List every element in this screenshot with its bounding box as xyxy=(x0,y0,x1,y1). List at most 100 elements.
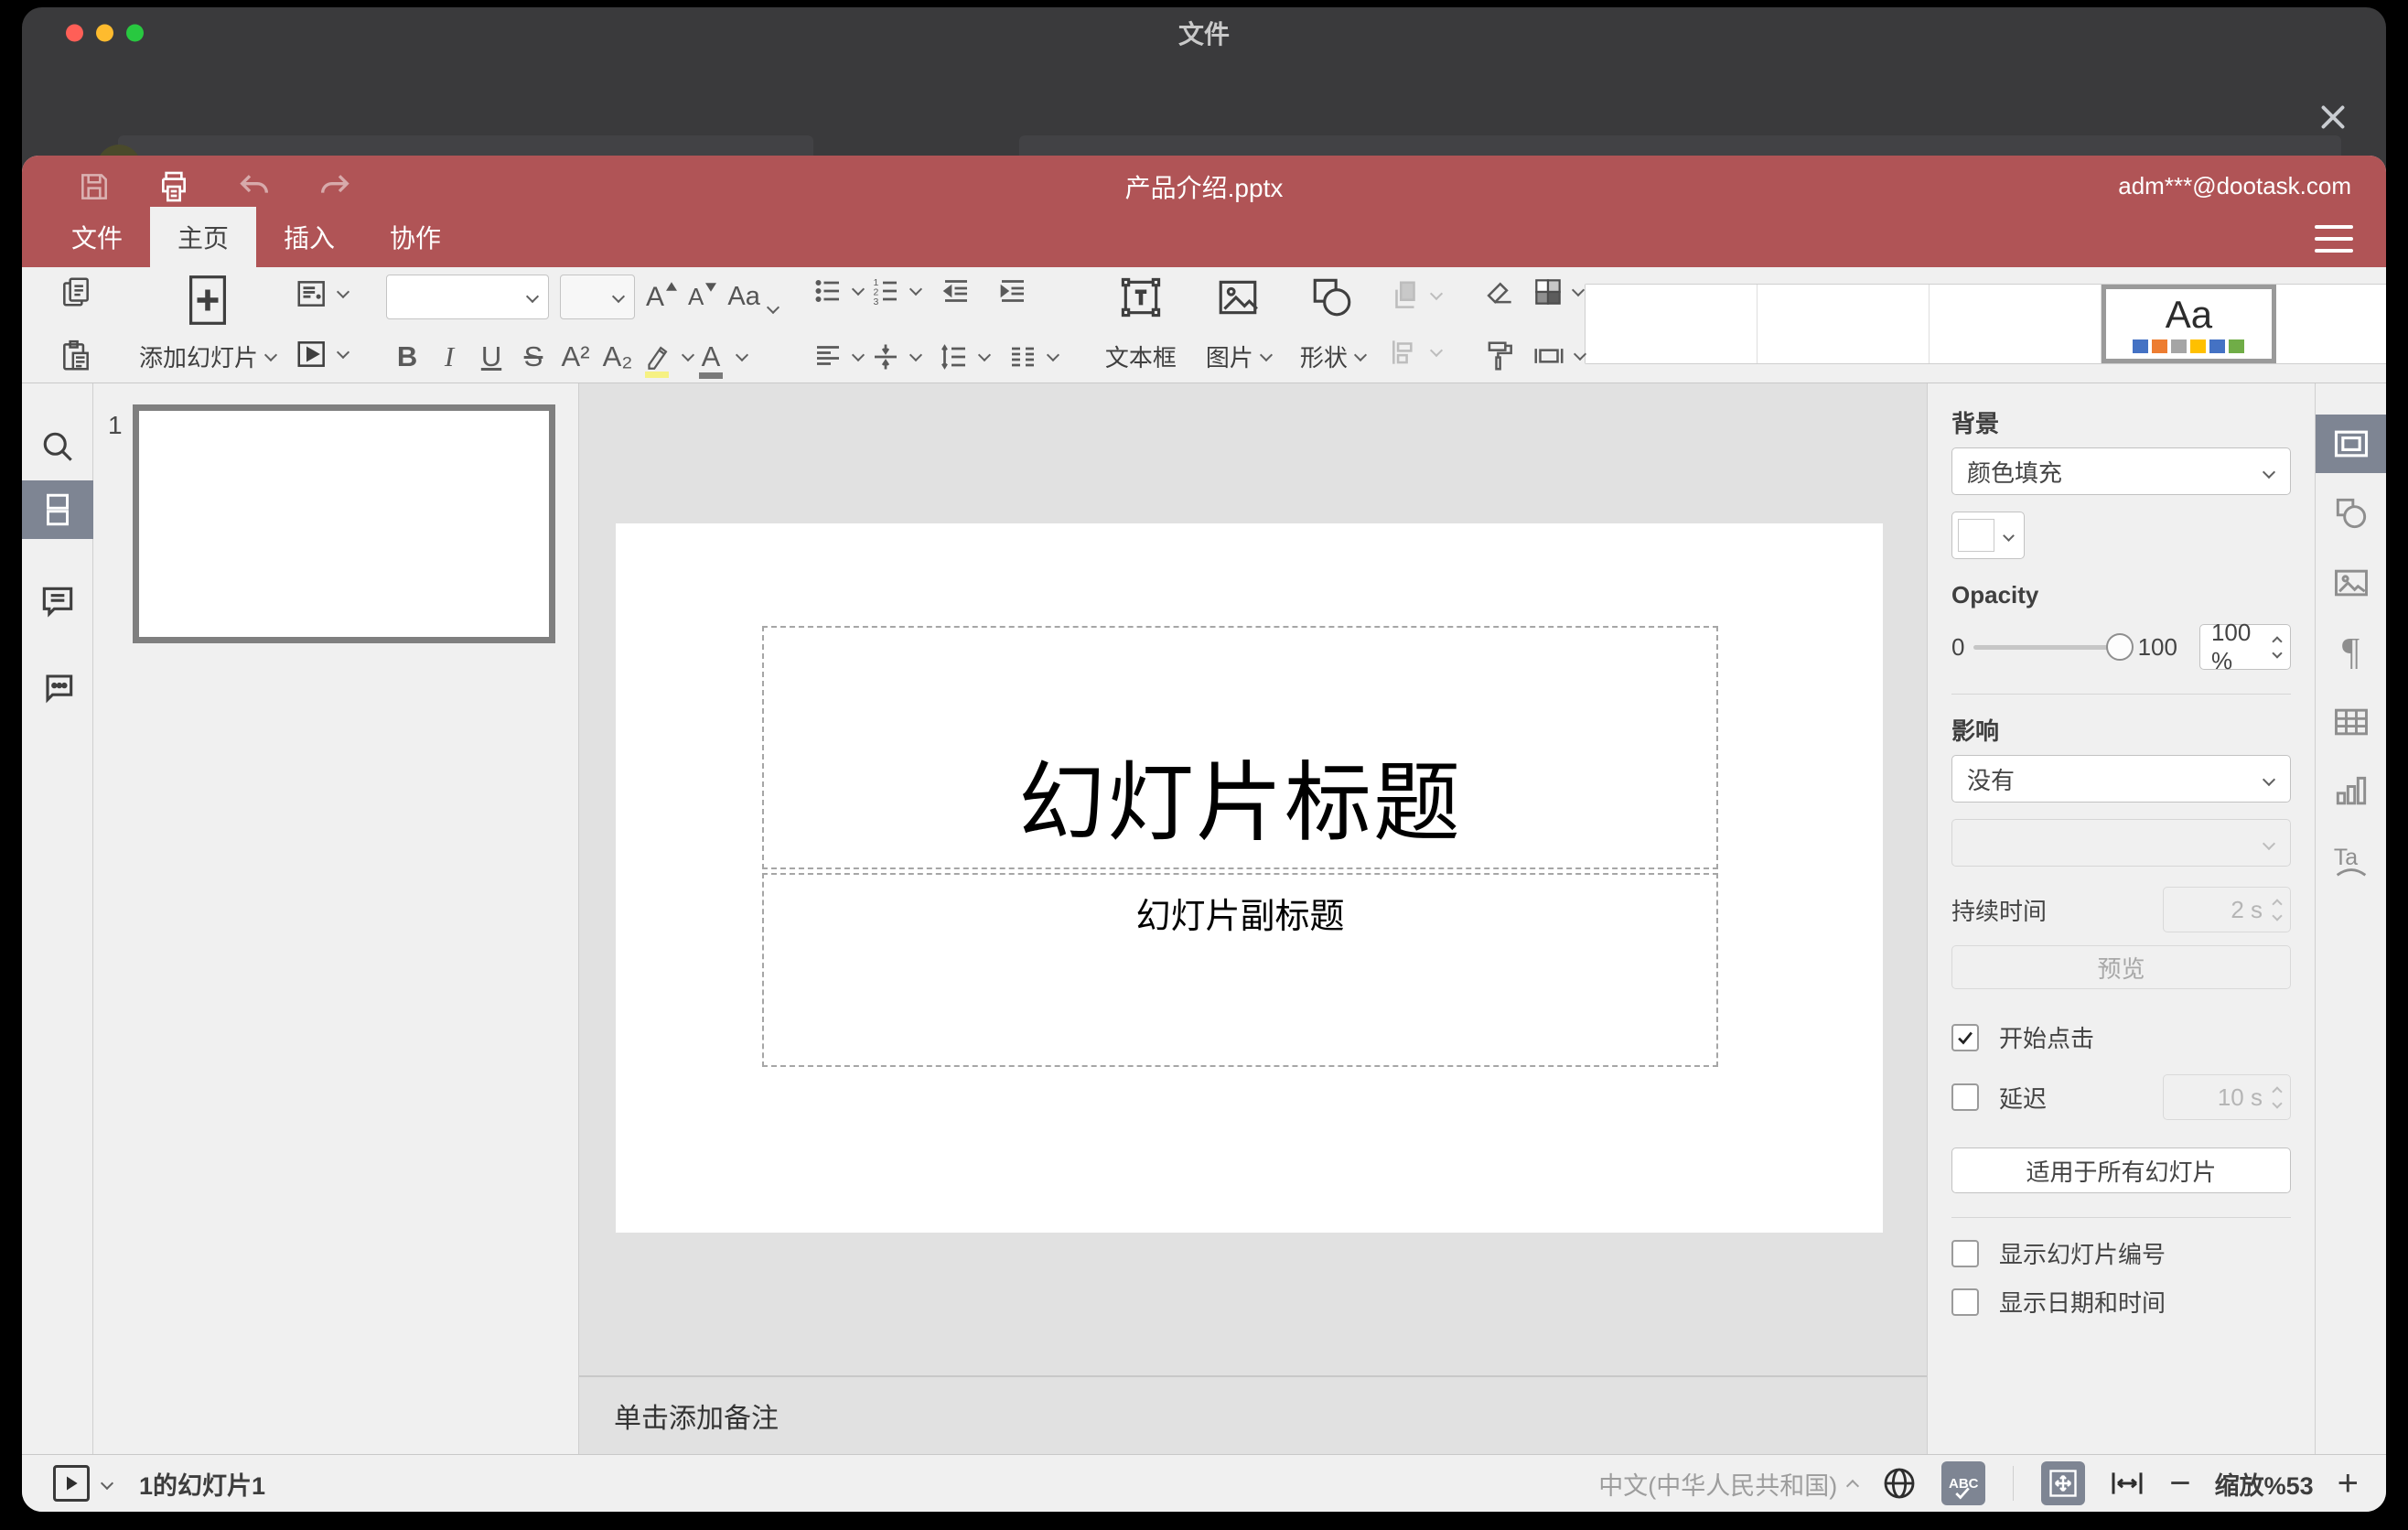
arrange-shape-button[interactable] xyxy=(1387,278,1443,313)
zoom-out-button[interactable]: − xyxy=(2169,1465,2190,1502)
insert-shape-button[interactable]: 形状 xyxy=(1300,275,1367,373)
increase-indent-button[interactable] xyxy=(995,275,1030,307)
eraser-icon[interactable] xyxy=(1481,275,1518,309)
theme-item[interactable] xyxy=(1585,285,1758,363)
comments-icon[interactable] xyxy=(22,576,93,629)
italic-button[interactable]: I xyxy=(428,340,470,373)
show-slide-number-checkbox[interactable] xyxy=(1951,1239,1979,1267)
slide-settings-icon[interactable] xyxy=(2315,415,2386,473)
opacity-slider-knob[interactable] xyxy=(2105,632,2134,661)
font-color-button[interactable]: A xyxy=(693,340,749,379)
slide-thumbnail[interactable] xyxy=(133,404,555,643)
tab-file[interactable]: 文件 xyxy=(44,207,150,267)
delay-spinner[interactable]: 10 s xyxy=(2163,1074,2291,1120)
chart-settings-icon[interactable] xyxy=(2316,762,2387,821)
bullet-list-button[interactable] xyxy=(811,275,865,307)
erase-group xyxy=(1481,275,1518,373)
superscript-button[interactable]: A² xyxy=(554,340,597,373)
slide[interactable]: 幻灯片标题 幻灯片副标题 xyxy=(616,523,1883,1233)
globe-icon[interactable] xyxy=(1881,1465,1918,1502)
home-toolbar: 添加幻灯片 A A Aa B I U S A² A₂ A 1 2 3 文本框 图… xyxy=(22,267,2386,383)
columns-button[interactable] xyxy=(1005,340,1059,373)
highlight-color-button[interactable] xyxy=(639,341,695,378)
scheme-group xyxy=(1531,275,1586,373)
horizontal-align-button[interactable] xyxy=(811,340,865,373)
menu-icon[interactable] xyxy=(2315,225,2353,253)
tab-home[interactable]: 主页 xyxy=(150,207,257,267)
title-placeholder[interactable]: 幻灯片标题 xyxy=(762,626,1718,869)
paste-icon[interactable] xyxy=(59,339,93,373)
notes-area[interactable]: 单击添加备注 xyxy=(579,1375,1927,1454)
table-settings-icon[interactable] xyxy=(2316,693,2387,751)
theme-item[interactable] xyxy=(2275,285,2386,363)
shape-settings-icon[interactable] xyxy=(2316,484,2387,543)
color-scheme-button[interactable] xyxy=(1531,275,1585,309)
image-settings-icon[interactable] xyxy=(2316,554,2387,612)
fit-to-slide-button[interactable] xyxy=(2041,1461,2086,1505)
duration-stepper[interactable] xyxy=(2272,898,2283,921)
theme-item[interactable] xyxy=(1757,285,1930,363)
slide-size-button[interactable] xyxy=(1531,339,1586,373)
opacity-slider[interactable] xyxy=(1973,632,2134,661)
delay-stepper[interactable] xyxy=(2272,1085,2283,1109)
strikethrough-button[interactable]: S xyxy=(512,340,554,373)
theme-gallery: Aa xyxy=(1584,284,2386,364)
editor-header: 产品介绍.pptx adm***@dootask.com 文件 主页 插入 协作 xyxy=(22,156,2386,267)
fit-to-width-button[interactable] xyxy=(2109,1465,2145,1502)
start-slideshow-button[interactable] xyxy=(294,337,350,372)
opacity-stepper[interactable] xyxy=(2272,635,2283,659)
numbered-list-button[interactable]: 123 xyxy=(868,275,922,307)
copy-icon[interactable] xyxy=(59,275,93,309)
vertical-align-button[interactable] xyxy=(868,340,922,373)
decrease-indent-button[interactable] xyxy=(939,275,973,307)
paragraph-settings-icon[interactable]: ¶ xyxy=(2316,623,2387,682)
insert-textbox-button[interactable]: 文本框 xyxy=(1105,275,1177,373)
effect-select[interactable]: 没有 xyxy=(1951,755,2291,803)
duration-spinner[interactable]: 2 s xyxy=(2163,887,2291,932)
document-title: 产品介绍.pptx xyxy=(1124,174,1284,202)
bold-button[interactable]: B xyxy=(386,340,428,373)
subscript-button[interactable]: A₂ xyxy=(597,340,639,373)
start-on-click-checkbox[interactable] xyxy=(1951,1023,1979,1051)
font-size-select[interactable] xyxy=(560,275,636,319)
effect-type-select[interactable] xyxy=(1951,819,2291,867)
underline-button[interactable]: U xyxy=(470,340,512,373)
theme-item[interactable] xyxy=(1929,285,2102,363)
preview-button[interactable]: 预览 xyxy=(1951,945,2291,989)
insert-image-button[interactable]: 图片 xyxy=(1206,275,1273,373)
tab-collaboration[interactable]: 协作 xyxy=(362,207,468,267)
chat-icon[interactable] xyxy=(22,660,93,713)
spellcheck-button[interactable]: ABC xyxy=(1941,1461,1986,1505)
delay-checkbox[interactable] xyxy=(1951,1083,1979,1111)
increase-font-button[interactable]: A xyxy=(646,282,678,313)
slide-layout-button[interactable] xyxy=(294,276,350,311)
theme-item-selected[interactable]: Aa xyxy=(2101,285,2276,363)
decrease-font-button[interactable]: A xyxy=(688,283,717,311)
subtitle-placeholder[interactable]: 幻灯片副标题 xyxy=(762,873,1718,1067)
background-fill-select[interactable]: 颜色填充 xyxy=(1951,447,2291,495)
paint-roller-icon[interactable] xyxy=(1481,339,1518,373)
document-language-button[interactable]: 中文(中华人民共和国) xyxy=(1598,1466,1860,1502)
start-slideshow-status-button[interactable] xyxy=(53,1465,90,1502)
slides-panel: 1 xyxy=(93,383,579,1454)
line-spacing-button[interactable] xyxy=(937,340,991,373)
slide-title-text: 幻灯片标题 xyxy=(1017,755,1462,852)
slide-canvas[interactable]: 幻灯片标题 幻灯片副标题 xyxy=(579,383,1927,1375)
opacity-spinner[interactable]: 100 % xyxy=(2198,619,2291,674)
background-color-picker[interactable] xyxy=(1951,512,2025,559)
close-icon[interactable] xyxy=(2317,101,2349,134)
apply-to-all-button[interactable]: 适用于所有幻灯片 xyxy=(1951,1148,2291,1193)
slides-panel-icon[interactable] xyxy=(22,480,93,539)
font-name-select[interactable] xyxy=(386,275,550,319)
align-shape-button[interactable] xyxy=(1387,335,1443,370)
opacity-max: 100 xyxy=(2137,632,2177,661)
change-case-button[interactable]: Aa xyxy=(727,282,779,315)
add-slide-button[interactable]: 添加幻灯片 xyxy=(139,275,278,373)
window-title: 文件 xyxy=(1177,20,1230,48)
search-icon[interactable] xyxy=(22,420,93,473)
show-date-time-checkbox[interactable] xyxy=(1951,1288,1979,1316)
tab-insert[interactable]: 插入 xyxy=(256,207,362,267)
zoom-in-button[interactable]: + xyxy=(2338,1465,2359,1502)
text-art-settings-icon[interactable]: Ta xyxy=(2316,832,2387,890)
font-group: A A Aa B I U S A² A₂ A xyxy=(386,275,779,379)
